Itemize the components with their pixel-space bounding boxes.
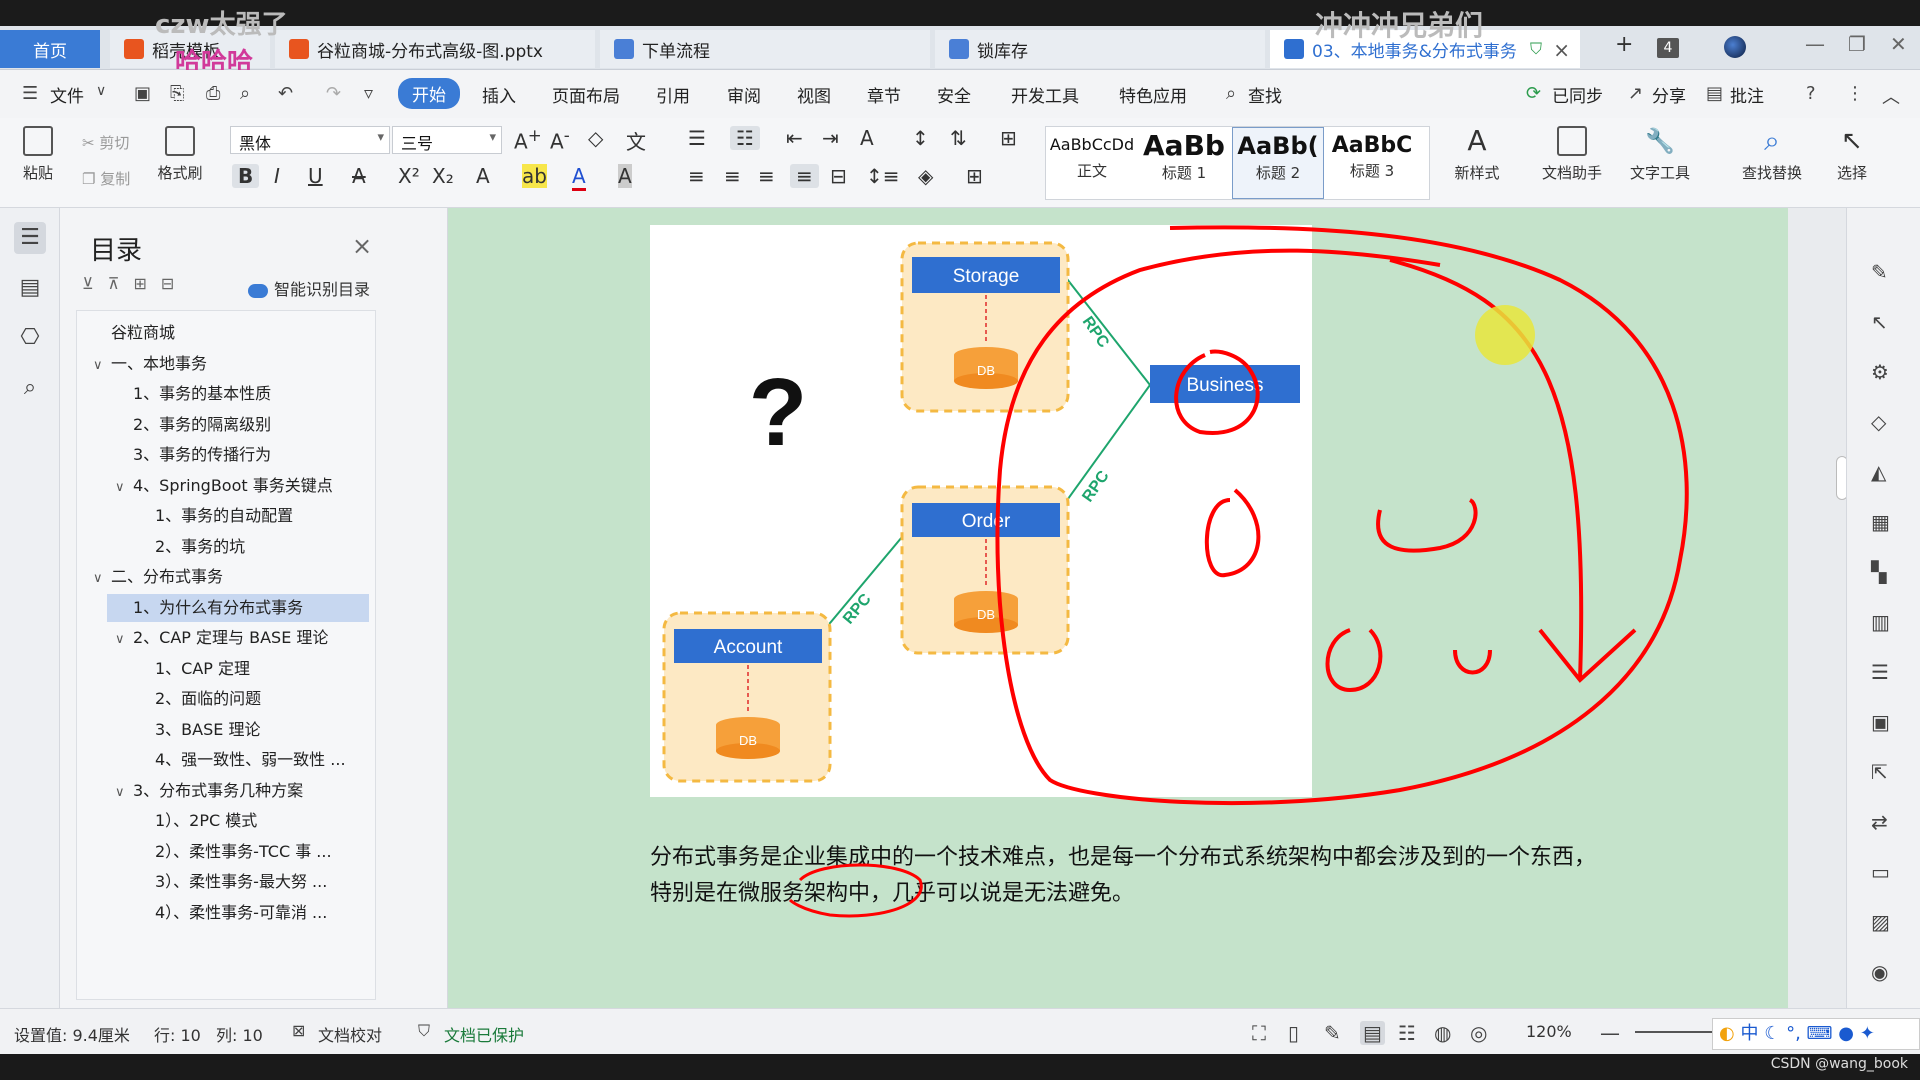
select-tool-icon[interactable]: ↖ <box>1871 310 1888 334</box>
export-icon[interactable]: ⇱ <box>1871 760 1888 784</box>
location-icon[interactable]: ◉ <box>1871 960 1888 984</box>
fill-icon[interactable]: ◭ <box>1871 460 1886 484</box>
cursor-highlight <box>1475 305 1535 365</box>
status-row: 行: 10 <box>154 1026 201 1045</box>
ime-toolbar[interactable]: ◐ 中 ☾ °, ⌨ ● ✦ <box>1712 1018 1920 1050</box>
page-view-icon[interactable]: ▤ <box>1360 1021 1385 1045</box>
shield-icon: ⛉ <box>418 1021 431 1040</box>
doodle-stroke <box>1376 498 1478 553</box>
web-view-icon[interactable]: ◍ <box>1434 1021 1451 1045</box>
bottom-strip <box>0 1054 1920 1080</box>
status-setting: 设置值: 9.4厘米 <box>14 1026 130 1045</box>
proof-icon: ⊠ <box>292 1021 306 1040</box>
pen-icon[interactable]: ✎ <box>1871 260 1888 284</box>
fullscreen-icon[interactable]: ⛶ <box>1252 1021 1266 1045</box>
read-mode-icon[interactable]: ▯ <box>1288 1021 1299 1045</box>
write-mode-icon[interactable]: ✎ <box>1324 1021 1341 1045</box>
pen-annotations <box>788 225 1689 918</box>
chart-icon[interactable]: ▥ <box>1871 610 1890 634</box>
shapes-icon[interactable]: ◇ <box>1871 410 1886 434</box>
eye-care-icon[interactable]: ◎ <box>1470 1021 1487 1045</box>
doodle-stroke <box>1453 649 1492 675</box>
ime-logo-icon: ◐ <box>1719 1023 1735 1044</box>
status-protected[interactable]: 文档已保护 <box>444 1022 524 1046</box>
ime-punct-icon: °, <box>1786 1023 1801 1044</box>
picture-icon[interactable]: ▨ <box>1871 910 1890 934</box>
circle-business-stroke <box>1174 349 1260 436</box>
status-proof[interactable]: 文档校对 <box>318 1022 382 1046</box>
translate-icon[interactable]: ⇄ <box>1871 810 1888 834</box>
doodle-stroke <box>1204 488 1261 578</box>
outline-view-icon[interactable]: ☷ <box>1398 1021 1416 1045</box>
image-icon[interactable]: ▣ <box>1871 710 1890 734</box>
ime-keyboard-icon: ⌨ <box>1806 1023 1833 1044</box>
underline-circle-stroke <box>788 863 923 918</box>
status-col: 列: 10 <box>216 1026 263 1045</box>
ime-mode: 中 <box>1740 1023 1759 1044</box>
sliders-icon[interactable]: ☰ <box>1871 660 1889 684</box>
ime-tool-icon: ✦ <box>1859 1023 1875 1044</box>
status-bar: 设置值: 9.4厘米 行: 10 列: 10 ⊠ 文档校对 ⛉ 文档已保护 ⛶ … <box>0 1008 1920 1054</box>
zoom-out-icon[interactable]: — <box>1600 1021 1620 1045</box>
right-tool-rail: ✎ ↖ ⚙ ◇ ◭ ▦ ▚ ▥ ☰ ▣ ⇱ ⇄ ▭ ▨ ◉ <box>1846 208 1920 1008</box>
table-grid-icon[interactable]: ▦ <box>1871 510 1890 534</box>
arrowhead-stroke <box>1538 628 1637 683</box>
zoom-level[interactable]: 120% <box>1526 1022 1572 1041</box>
settings-icon[interactable]: ⚙ <box>1871 360 1889 384</box>
big-circle-stroke <box>995 225 1689 806</box>
csdn-watermark: CSDN @wang_book <box>1770 1056 1908 1072</box>
apps-icon[interactable]: ▚ <box>1871 560 1886 584</box>
zoom-slider[interactable] <box>1635 1031 1719 1033</box>
box-icon[interactable]: ▭ <box>1871 860 1890 884</box>
ime-moon-icon: ☾ <box>1764 1023 1781 1044</box>
ime-user-icon: ● <box>1838 1023 1854 1044</box>
doodle-stroke <box>1325 628 1383 693</box>
